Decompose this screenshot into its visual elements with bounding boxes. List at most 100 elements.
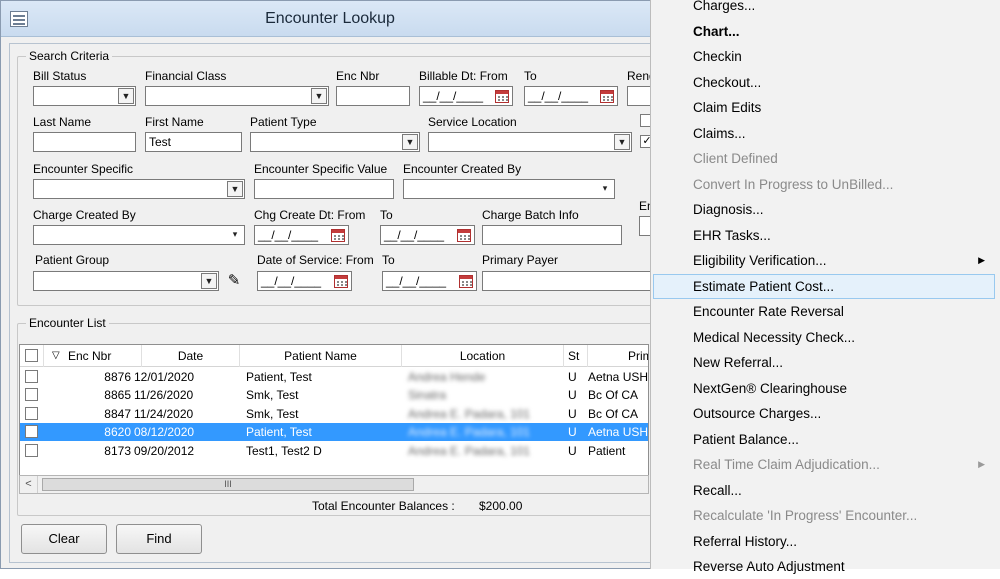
dos-to-label: To [382,253,395,267]
calendar-icon[interactable] [457,229,471,242]
dos-from-input[interactable]: __/__/____ [257,271,352,291]
menu-item-diagnosis[interactable]: Diagnosis... [653,197,995,222]
menu-item-medical-necessity-check[interactable]: Medical Necessity Check... [653,325,995,350]
chevron-down-icon[interactable]: ▼ [118,88,134,104]
cell-primary-payer: Bc Of CA [588,388,639,403]
menu-item-label: Encounter Rate Reversal [693,304,844,319]
row-checkbox[interactable] [25,425,38,439]
charge-batch-info-input[interactable] [482,225,622,245]
primary-payer-input[interactable] [482,271,654,291]
calendar-icon[interactable] [331,229,345,242]
total-balances-label: Total Encounter Balances : [312,499,455,513]
select-all-column[interactable] [20,345,44,367]
menu-item-nextgen-clearinghouse[interactable]: NextGen® Clearinghouse [653,376,995,401]
first-name-input[interactable]: Test [145,132,242,152]
menu-item-new-referral[interactable]: New Referral... [653,350,995,375]
patient-type-select[interactable]: ▼ [250,132,420,152]
menu-item-label: Client Defined [693,151,778,166]
title-bar: Encounter Lookup [1,1,659,37]
row-checkbox[interactable] [25,406,38,420]
menu-item-claims[interactable]: Claims... [653,121,995,146]
menu-item-recall[interactable]: Recall... [653,478,995,503]
billable-dt-from-input[interactable]: __/__/____ [419,86,513,106]
row-checkbox[interactable] [25,370,38,383]
menu-item-charges[interactable]: Charges... [653,0,995,18]
bill-status-select[interactable]: ▼ [33,86,136,106]
row-checkbox[interactable] [25,443,38,457]
menu-item-patient-balance[interactable]: Patient Balance... [653,427,995,452]
menu-item-claim-edits[interactable]: Claim Edits [653,95,995,120]
menu-item-reverse-auto-adjustment[interactable]: Reverse Auto Adjustment [653,554,995,579]
menu-item-label: Claim Edits [693,100,762,115]
chevron-down-icon[interactable]: ▼ [201,273,217,289]
menu-item-label: Claims... [693,125,746,141]
column-location[interactable]: Location [402,345,564,367]
table-row[interactable]: 8847 11/24/2020 Smk, Test Andrea E. Padara,… [20,405,648,423]
table-row[interactable]: 8173 09/20/2012 Test1, Test2 D Andrea E. Pa… [20,442,648,460]
column-date[interactable]: Date [142,345,240,367]
calendar-icon[interactable] [600,90,614,103]
cell-date: 12/01/2020 [134,370,195,384]
table-row[interactable]: 8620 08/12/2020 Patient, Test Andrea E. Pad… [20,423,648,442]
chevron-down-icon[interactable]: ▼ [227,181,243,197]
menu-item-client-defined: Client Defined [653,146,995,171]
menu-item-label: Eligibility Verification... [693,253,827,268]
service-location-select[interactable]: ▼ [428,132,632,152]
dos-to-input[interactable]: __/__/____ [382,271,477,291]
column-status[interactable]: St [564,345,588,367]
charge-created-by-select[interactable]: ▾ [33,225,245,245]
chevron-down-icon[interactable]: ▼ [402,134,418,150]
column-patient-name[interactable]: Patient Name [240,345,402,367]
chevron-down-icon[interactable]: ▼ [311,88,327,104]
cell-date: 08/12/2020 [134,425,195,440]
charge-created-by-label: Charge Created By [33,208,136,222]
horizontal-scrollbar[interactable]: < III [19,475,649,494]
chg-create-dt-to-input[interactable]: __/__/____ [380,225,475,245]
total-balances-value: $200.00 [479,499,523,513]
row-checkbox[interactable] [25,388,38,402]
chevron-down-icon[interactable]: ▾ [597,181,613,197]
last-name-input[interactable] [33,132,136,152]
menu-item-chart[interactable]: Chart... [653,19,995,44]
patient-group-select[interactable]: ▼ [33,271,219,291]
select-all-checkbox[interactable] [25,349,38,362]
menu-item-referral-history[interactable]: Referral History... [653,529,995,554]
table-row[interactable]: 8876 12/01/2020 Patient, Test Andrea Hende U… [20,368,648,386]
chevron-down-icon[interactable]: ▾ [227,227,243,243]
billable-dt-to-input[interactable]: __/__/____ [524,86,618,106]
encounter-list-legend: Encounter List [26,316,109,330]
chg-create-dt-from-input[interactable]: __/__/____ [254,225,349,245]
find-button[interactable]: Find [116,524,202,554]
menu-item-label: EHR Tasks... [693,227,771,243]
menu-item-checkout[interactable]: Checkout... [653,70,995,95]
column-primary-payer[interactable]: Prima [588,345,648,367]
menu-item-outsource-charges[interactable]: Outsource Charges... [653,401,995,426]
enc-nbr-input[interactable] [336,86,410,106]
menu-item-ehr-tasks[interactable]: EHR Tasks... [653,223,995,248]
eyedropper-icon[interactable]: ✎ [223,271,245,291]
calendar-icon[interactable] [459,275,473,288]
encounter-grid[interactable]: ▽ Enc Nbr Date Patient Name Location St … [19,344,649,494]
encounter-specific-select[interactable]: ▼ [33,179,245,199]
calendar-icon[interactable] [495,90,509,103]
encounter-specific-value-input[interactable] [254,179,394,199]
menu-item-encounter-rate-reversal[interactable]: Encounter Rate Reversal [653,299,995,324]
menu-item-eligibility-verification[interactable]: Eligibility Verification... ▶ [653,248,995,273]
calendar-icon[interactable] [334,275,348,288]
table-row[interactable]: 8865 11/26/2020 Smk, Test Sinatra U Bc Of CA [20,386,648,404]
billable-dt-from-label: Billable Dt: From [419,69,508,83]
scroll-thumb[interactable]: III [42,478,414,491]
enc-nbr-label: Enc Nbr [336,69,380,83]
patient-group-label: Patient Group [35,253,110,267]
scroll-left-icon[interactable]: < [20,476,38,493]
chevron-down-icon[interactable]: ▼ [614,134,630,150]
submenu-arrow-icon: ▶ [978,459,985,469]
financial-class-select[interactable]: ▼ [145,86,329,106]
menu-item-estimate-patient-cost[interactable]: Estimate Patient Cost... [653,273,995,299]
clear-button[interactable]: Clear [21,524,107,554]
column-enc-nbr[interactable]: ▽ Enc Nbr [44,345,142,367]
encounter-specific-value-label: Encounter Specific Value [254,162,388,176]
cell-primary-payer: Patient [588,443,626,458]
menu-item-checkin[interactable]: Checkin [653,44,995,69]
encounter-created-by-select[interactable]: ▾ [403,179,615,199]
